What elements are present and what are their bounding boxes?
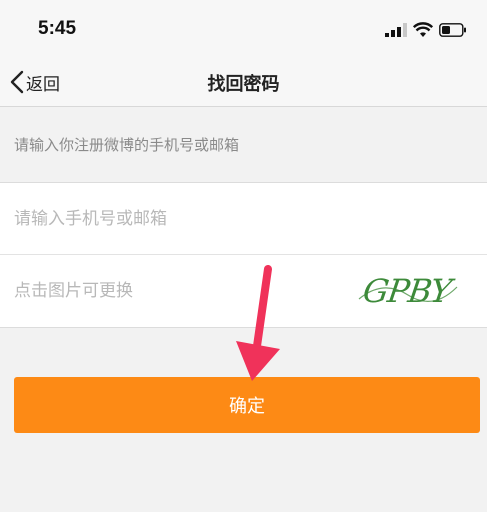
- captcha-image[interactable]: GPBY: [353, 269, 461, 313]
- page-title: 找回密码: [207, 74, 280, 95]
- battery-icon: [439, 23, 466, 37]
- signal-icon: [385, 23, 407, 37]
- captcha-text: GPBY: [361, 272, 457, 310]
- nav-bar: 返回 找回密码: [0, 58, 487, 107]
- account-input[interactable]: [14, 183, 314, 254]
- form-hint: 请输入你注册微博的手机号或邮箱: [14, 136, 240, 154]
- status-icons: [385, 21, 467, 39]
- status-time: 5:45: [38, 18, 77, 39]
- account-row: [0, 183, 487, 255]
- wifi-icon: [413, 22, 433, 37]
- annotation-arrow-icon: [236, 265, 280, 381]
- confirm-button[interactable]: 确定: [14, 377, 480, 433]
- status-bar: 5:45: [0, 0, 487, 58]
